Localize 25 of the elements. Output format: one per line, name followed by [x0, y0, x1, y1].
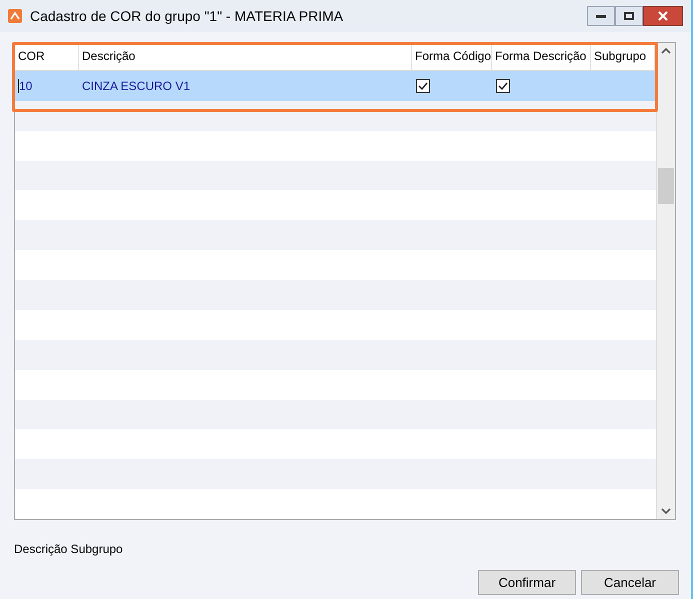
maximize-icon [624, 12, 634, 20]
table-row[interactable]: 10 CINZA ESCURO V1 [15, 70, 656, 101]
table-cell: 10 [18, 78, 32, 93]
minimize-icon [596, 14, 606, 18]
scroll-up-icon[interactable] [661, 47, 671, 55]
confirm-button[interactable]: Confirmar [478, 570, 576, 595]
column-header[interactable]: Forma Descrição [492, 43, 591, 70]
cancel-button[interactable]: Cancelar [581, 570, 679, 595]
column-header[interactable]: Forma Código [412, 43, 492, 70]
scroll-down-icon[interactable] [661, 507, 671, 515]
app-icon [8, 9, 22, 23]
minimize-button[interactable] [587, 6, 615, 26]
column-header[interactable]: Subgrupo [591, 43, 655, 70]
close-icon [658, 11, 668, 21]
maximize-button[interactable] [615, 6, 643, 26]
scroll-thumb[interactable] [658, 168, 674, 204]
subgroup-description-label: Descrição Subgrupo [14, 541, 124, 558]
scrollbar[interactable] [656, 43, 675, 519]
column-header[interactable]: Descrição [79, 43, 412, 70]
close-button[interactable] [643, 6, 683, 26]
checkbox[interactable] [416, 78, 430, 93]
window-title: Cadastro de COR do grupo "1" - MATERIA PRIMA [30, 6, 344, 26]
column-header[interactable]: COR [15, 43, 79, 70]
checkbox[interactable] [496, 78, 510, 93]
table-cell-text: CINZA ESCURO V1 [82, 78, 190, 95]
